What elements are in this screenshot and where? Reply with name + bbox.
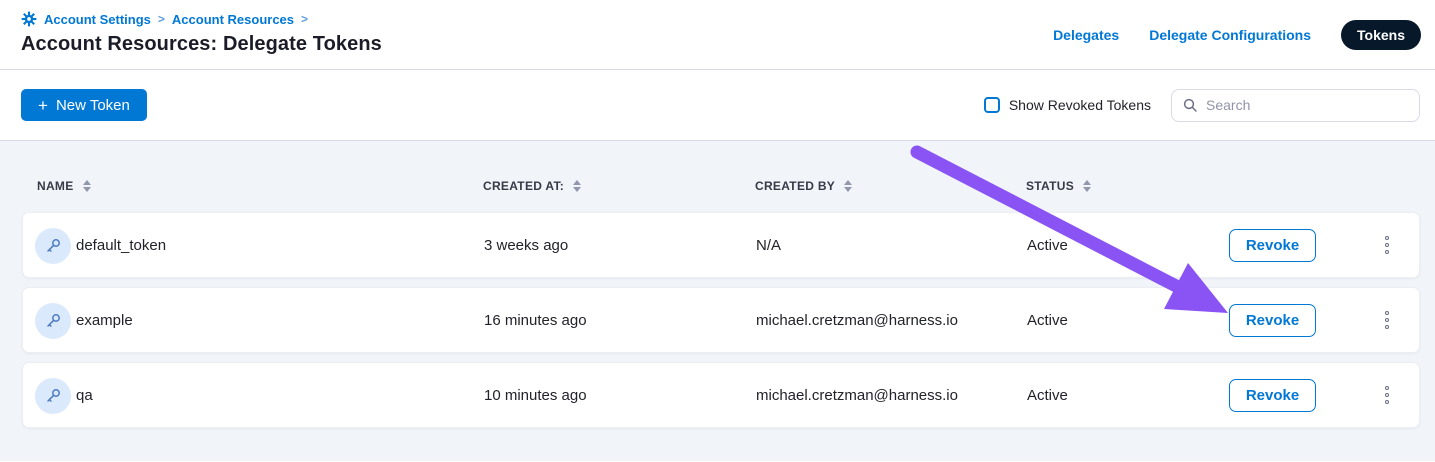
new-token-button-label: New Token (56, 97, 130, 114)
token-table: NAME CREATED AT: CREATED BY STATUS (0, 141, 1435, 461)
sort-icon (83, 180, 91, 192)
breadcrumb-separator: > (158, 12, 165, 26)
token-created-at: 16 minutes ago (484, 288, 587, 352)
breadcrumb-link-account-resources[interactable]: Account Resources (172, 12, 294, 27)
token-created-by: michael.cretzman@harness.io (756, 288, 958, 352)
kebab-menu-icon[interactable] (1379, 363, 1395, 427)
revoke-button[interactable]: Revoke (1229, 379, 1316, 412)
column-header-status[interactable]: STATUS (1026, 179, 1091, 193)
table-row[interactable]: default_token 3 weeks ago N/A Active Rev… (22, 212, 1420, 278)
key-icon (35, 228, 71, 264)
toolbar: + New Token Show Revoked Tokens (0, 70, 1435, 141)
column-header-name[interactable]: NAME (37, 179, 91, 193)
token-status: Active (1027, 213, 1068, 277)
search-input[interactable] (1206, 97, 1409, 113)
column-header-label: CREATED AT: (483, 179, 564, 193)
tab-delegates[interactable]: Delegates (1053, 27, 1119, 43)
column-header-label: CREATED BY (755, 179, 835, 193)
token-created-by: michael.cretzman@harness.io (756, 363, 958, 427)
app-window: Account Settings > Account Resources > A… (0, 0, 1435, 462)
token-name: default_token (76, 213, 166, 277)
kebab-menu-icon[interactable] (1379, 213, 1395, 277)
token-name: qa (76, 363, 93, 427)
token-status: Active (1027, 363, 1068, 427)
key-icon (35, 303, 71, 339)
show-revoked-label[interactable]: Show Revoked Tokens (1009, 97, 1151, 113)
toolbar-right: Show Revoked Tokens (984, 89, 1420, 122)
key-icon (35, 378, 71, 414)
gear-icon (21, 11, 37, 27)
tab-delegate-configurations[interactable]: Delegate Configurations (1149, 27, 1311, 43)
search-box[interactable] (1171, 89, 1420, 122)
breadcrumb-separator: > (301, 12, 308, 26)
token-created-by: N/A (756, 213, 781, 277)
tab-tokens[interactable]: Tokens (1341, 20, 1421, 50)
column-header-created-at[interactable]: CREATED AT: (483, 179, 581, 193)
search-icon (1182, 97, 1198, 113)
breadcrumb-link-account-settings[interactable]: Account Settings (44, 12, 151, 27)
plus-icon: + (38, 97, 48, 114)
token-name: example (76, 288, 133, 352)
new-token-button[interactable]: + New Token (21, 89, 147, 121)
table-row[interactable]: example 16 minutes ago michael.cretzman@… (22, 287, 1420, 353)
column-header-label: STATUS (1026, 179, 1074, 193)
page-header: Account Settings > Account Resources > A… (0, 0, 1435, 70)
top-tabs: Delegates Delegate Configurations Tokens (1053, 20, 1421, 50)
revoke-button[interactable]: Revoke (1229, 229, 1316, 262)
sort-icon (844, 180, 852, 192)
table-row[interactable]: qa 10 minutes ago michael.cretzman@harne… (22, 362, 1420, 428)
token-created-at: 3 weeks ago (484, 213, 568, 277)
revoke-button[interactable]: Revoke (1229, 304, 1316, 337)
kebab-menu-icon[interactable] (1379, 288, 1395, 352)
token-status: Active (1027, 288, 1068, 352)
column-header-created-by[interactable]: CREATED BY (755, 179, 852, 193)
column-header-label: NAME (37, 179, 74, 193)
show-revoked-checkbox[interactable] (984, 97, 1000, 113)
sort-icon (573, 180, 581, 192)
token-created-at: 10 minutes ago (484, 363, 587, 427)
sort-icon (1083, 180, 1091, 192)
